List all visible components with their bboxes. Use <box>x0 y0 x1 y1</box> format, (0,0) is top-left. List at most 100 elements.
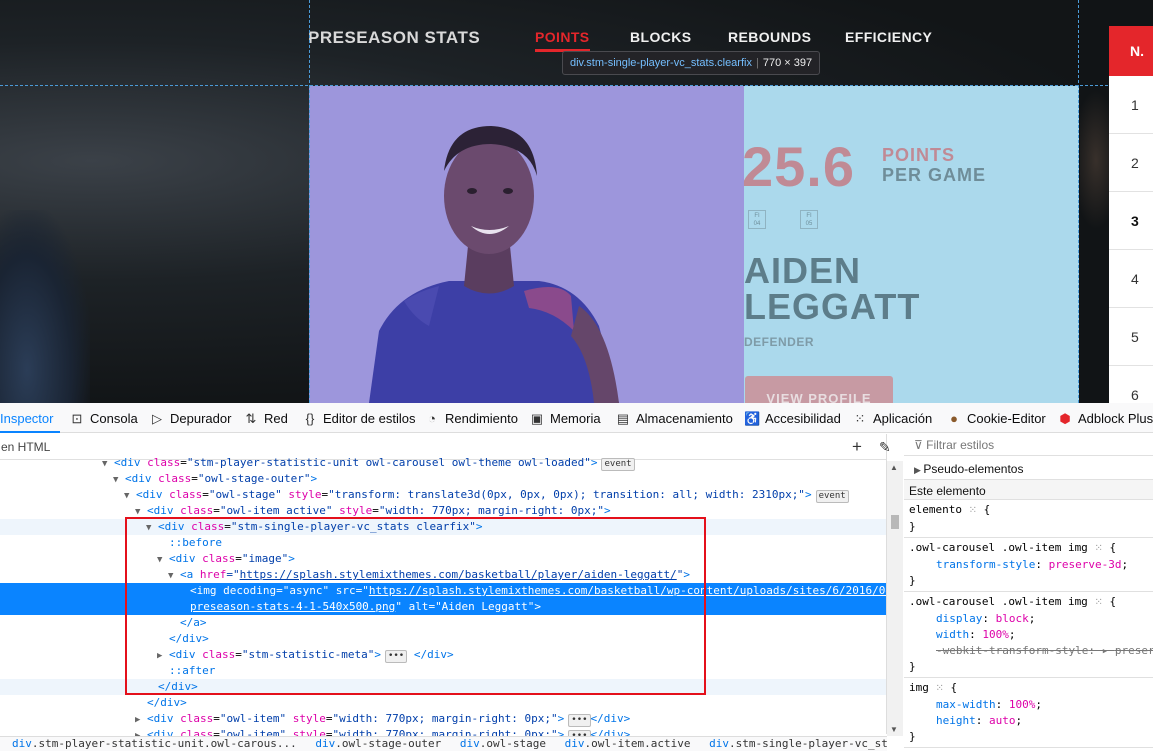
pseudo-elements-toggle[interactable]: ▶ Pseudo-elementos <box>904 456 1153 480</box>
scroll-down-icon[interactable]: ▼ <box>890 725 898 734</box>
view-profile-button[interactable]: VIEW PROFILE <box>745 376 893 403</box>
ranking-item[interactable]: 6 <box>1109 366 1153 403</box>
cookie-icon: ● <box>950 411 958 426</box>
tree-row[interactable]: ▼ <a href="https://splash.stylemixthemes.… <box>0 567 886 583</box>
console-icon: ⊡ <box>71 411 83 426</box>
tooltip-dims: 770 × 397 <box>762 57 813 69</box>
grid-icon[interactable]: ⁙ <box>1094 543 1102 554</box>
tab-efficiency[interactable]: EFFICIENCY <box>845 29 932 45</box>
tab-storage[interactable]: ▤ Almacenamiento <box>615 403 733 433</box>
tree-row[interactable]: ::after <box>0 663 886 679</box>
ranking-item[interactable]: 4 <box>1109 250 1153 308</box>
filter-placeholder: Filtrar estilos <box>926 438 995 452</box>
scrollbar-thumb[interactable] <box>891 515 899 529</box>
css-rule[interactable]: .owl-carousel .owl-item img ⁙ { display:… <box>904 592 1153 678</box>
tab-adblock-plus[interactable]: ⬢ Adblock Plus <box>1057 403 1153 433</box>
tree-row[interactable]: ▶ <div class="owl-item" style="width: 770… <box>0 711 886 727</box>
tree-row-selected[interactable]: <img decoding="async" src="https://splas… <box>0 583 886 599</box>
tree-row[interactable]: ▶ <div class="stm-statistic-meta"> ••• </d… <box>0 647 886 663</box>
filter-styles-input[interactable]: ⊽ Filtrar estilos <box>904 434 1153 456</box>
accessibility-icon: ♿ <box>744 411 761 426</box>
adblock-icon: ⬢ <box>1059 411 1071 426</box>
link[interactable]: https://splash.stylemixthemes.com/basket… <box>240 568 677 581</box>
tab-network[interactable]: ⇅ Red <box>243 403 288 433</box>
breadcrumb-item[interactable]: div.stm-single-player-vc_stats.clearfix <box>709 737 887 751</box>
tab-memory[interactable]: ▣ Memoria <box>529 403 601 433</box>
filter-icon: ⊽ <box>914 438 927 452</box>
tree-row[interactable]: ▼ <div class="image"> <box>0 551 886 567</box>
tab-inspector[interactable]: Inspector <box>0 403 60 433</box>
tree-row[interactable]: </div> <box>0 679 886 695</box>
tree-row[interactable]: </div> <box>0 695 886 711</box>
section-title: PRESEASON STATS <box>308 28 481 47</box>
tab-cookie-editor[interactable]: ● Cookie-Editor <box>946 403 1046 433</box>
event-badge[interactable]: event <box>601 458 635 471</box>
ranking-item[interactable]: 1 <box>1109 76 1153 134</box>
tab-accessibility[interactable]: ♿ Accesibilidad <box>744 403 841 433</box>
tab-console[interactable]: ⊡ Consola <box>69 403 138 433</box>
ranking-item[interactable]: 5 <box>1109 308 1153 366</box>
tree-row[interactable]: ::before <box>0 535 886 551</box>
highlighter-guide-right <box>1078 0 1079 403</box>
css-rule[interactable]: .owl-carousel .owl-item img ⁙ { transfor… <box>904 538 1153 592</box>
stat-mini-icon: FI 05 <box>800 210 818 229</box>
website-viewport: PRESEASON STATS POINTS BLOCKS REBOUNDS E… <box>0 0 1153 403</box>
grid-icon[interactable]: ⁙ <box>969 505 977 516</box>
collapsed-content-badge[interactable]: ••• <box>384 650 408 663</box>
style-editor-icon: {} <box>305 411 315 426</box>
grid-icon[interactable]: ⁙ <box>936 683 944 694</box>
event-badge[interactable]: event <box>815 490 849 503</box>
highlighter-guide-left <box>309 0 310 403</box>
tab-label: Depurador <box>170 411 232 426</box>
link[interactable]: preseason-stats-4-1-540x500.png <box>190 600 395 613</box>
tab-label: Memoria <box>550 411 601 426</box>
tab-label: Rendimiento <box>445 411 518 426</box>
tab-style-editor[interactable]: {} Editor de estilos <box>302 403 416 433</box>
this-element-header: Este elemento <box>904 480 1153 500</box>
tab-label: Consola <box>90 411 138 426</box>
player-image-highlight[interactable] <box>309 86 744 403</box>
background-player-left <box>0 210 90 403</box>
player-last-name: LEGGATT <box>744 286 921 327</box>
tree-row[interactable]: ▼ <div class="stm-player-statistic-unit o… <box>0 455 886 471</box>
link[interactable]: https://splash.stylemixthemes.com/basket… <box>369 584 886 597</box>
tab-debugger[interactable]: ▷ Depurador <box>149 403 231 433</box>
tree-row[interactable]: </div> <box>0 631 886 647</box>
storage-icon: ▤ <box>616 411 630 426</box>
markup-tree: ▼ <div class="stm-player-statistic-unit o… <box>0 455 886 739</box>
tree-row[interactable]: </a> <box>0 615 886 631</box>
highlighter-guide-horizontal <box>0 85 1153 86</box>
css-rule[interactable]: elemento ⁙ { } <box>904 500 1153 538</box>
html-search-input[interactable]: en HTML <box>1 440 50 454</box>
eyedropper-icon[interactable]: ✎ <box>879 439 891 456</box>
tab-application[interactable]: ⁙ Aplicación <box>852 403 933 433</box>
tree-row[interactable]: ▼ <div class="owl-item active" style="wid… <box>0 503 886 519</box>
css-rule[interactable]: img ⁙ { max-width: 100%; height: auto; } <box>904 678 1153 748</box>
memory-icon: ▣ <box>530 411 544 426</box>
collapsed-content-badge[interactable]: ••• <box>568 714 591 727</box>
tree-row[interactable]: ▼ <div class="owl-stage" style="transform… <box>0 487 886 503</box>
tab-points[interactable]: POINTS <box>535 29 590 52</box>
ranking-item-selected[interactable]: 3 <box>1109 192 1153 250</box>
tree-row-selected[interactable]: preseason-stats-4-1-540x500.png" alt="Ai… <box>0 599 886 615</box>
ranking-item[interactable]: 2 <box>1109 134 1153 192</box>
tab-label: Aplicación <box>873 411 933 426</box>
tree-row[interactable]: ▼ <div class="stm-single-player-vc_stats … <box>0 519 886 535</box>
player-position: DEFENDER <box>744 335 815 349</box>
markup-scrollbar[interactable]: ▲ ▼ <box>887 461 903 736</box>
tab-label: Red <box>264 411 288 426</box>
stat-unit-per-game: PER GAME <box>882 165 987 185</box>
add-node-icon[interactable]: + <box>852 437 862 457</box>
breadcrumb-item[interactable]: div.owl-item.active <box>565 737 691 751</box>
breadcrumb-item[interactable]: div.owl-stage-outer <box>315 737 441 751</box>
breadcrumb-item[interactable]: div.stm-player-statistic-unit.owl-carous… <box>12 737 297 751</box>
performance-icon: ◔ <box>428 411 436 426</box>
breadcrumb-item[interactable]: div.owl-stage <box>460 737 546 751</box>
scroll-up-icon[interactable]: ▲ <box>890 463 898 472</box>
grid-icon[interactable]: ⁙ <box>1094 597 1102 608</box>
ranking-list: 1 2 3 4 5 6 <box>1109 76 1153 403</box>
tab-performance[interactable]: ◔ Rendimiento <box>424 403 518 433</box>
tab-blocks[interactable]: BLOCKS <box>630 29 692 45</box>
tab-rebounds[interactable]: REBOUNDS <box>728 29 811 45</box>
tree-row[interactable]: ▼ <div class="owl-stage-outer"> <box>0 471 886 487</box>
